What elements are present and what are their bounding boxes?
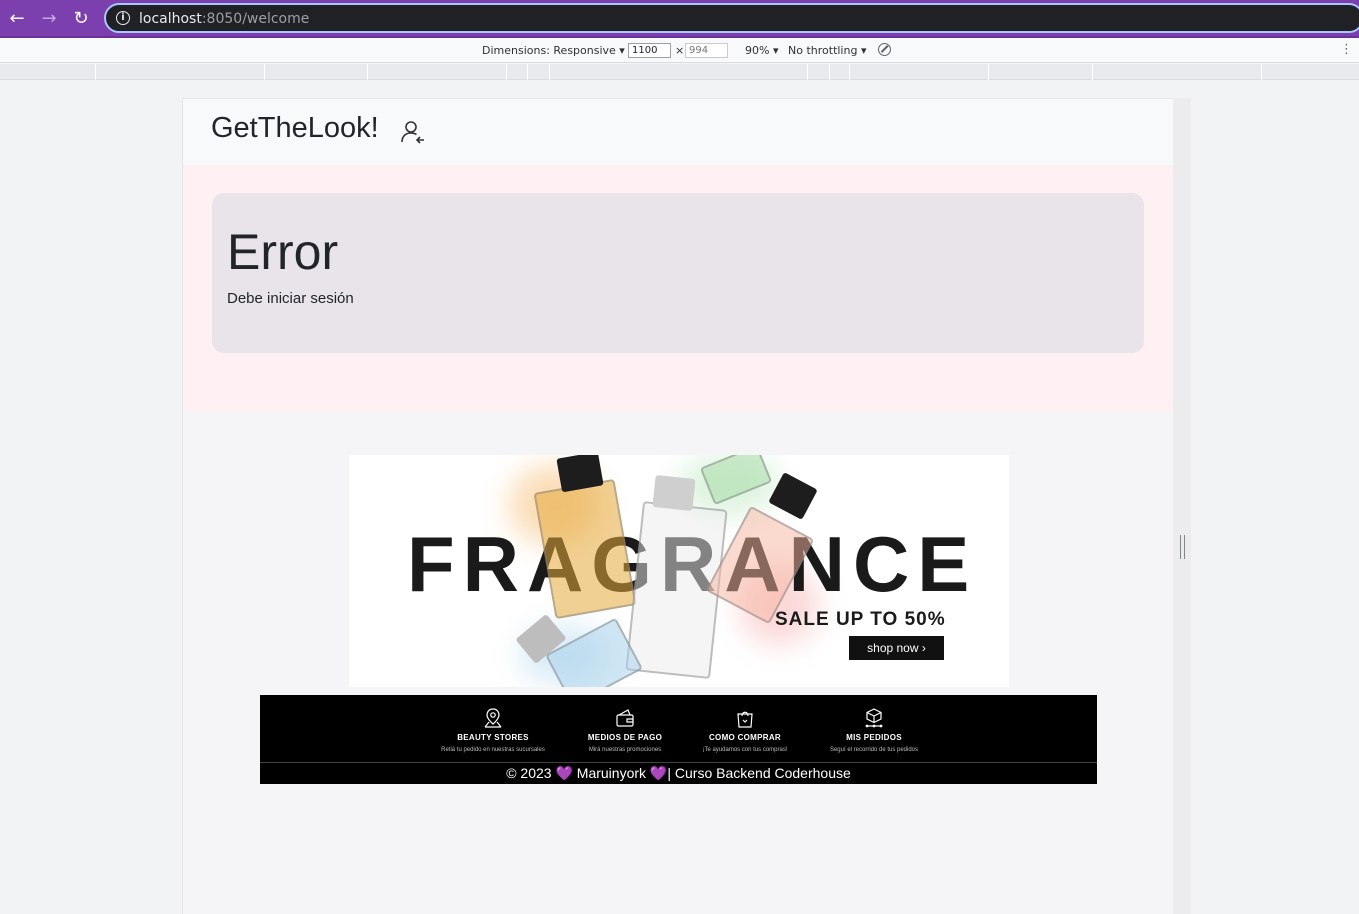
purple-heart-icon: 💜	[649, 766, 668, 782]
back-arrow-icon[interactable]: ←	[6, 8, 28, 30]
feature-subtitle: Retiá tu pedido en nuestras sucursales	[441, 747, 545, 753]
url-text[interactable]: localhost:8050/welcome	[139, 11, 309, 27]
forward-arrow-icon[interactable]: →	[38, 8, 60, 30]
wallet-icon	[616, 709, 634, 727]
feature-title: BEAUTY STORES	[457, 733, 529, 742]
viewport-width-input[interactable]	[628, 43, 671, 58]
footer-feature-mis-pedidos[interactable]: MIS PEDIDOS Seguí el recorrido de tus pe…	[799, 707, 949, 753]
reload-icon[interactable]: ↻	[70, 8, 92, 30]
resize-handle[interactable]	[1180, 535, 1185, 559]
url-host: localhost	[139, 11, 202, 27]
viewport-height-input[interactable]	[685, 43, 728, 58]
zoom-dropdown[interactable]: 90% ▾	[745, 44, 778, 57]
address-bar[interactable]: i localhost:8050/welcome	[104, 3, 1359, 33]
clear-bottle-cap	[652, 474, 696, 512]
copyright-year: © 2023	[506, 765, 552, 781]
fragrance-banner[interactable]: FRAGRANCE SALE UP TO 50% shop now ›	[349, 455, 1009, 687]
site-info-icon[interactable]: i	[116, 11, 130, 25]
feature-subtitle: Seguí el recorrido de tus pedidos	[829, 747, 919, 753]
sale-text: SALE UP TO 50%	[775, 609, 946, 630]
brand-title[interactable]: GetTheLook!	[211, 112, 379, 145]
dimensions-dropdown[interactable]: Dimensions: Responsive ▾	[482, 44, 625, 57]
rotate-icon[interactable]	[878, 43, 891, 56]
copyright-author: Maruinyork	[576, 765, 647, 781]
feature-title: MIS PEDIDOS	[846, 733, 902, 742]
site-footer: BEAUTY STORES Retiá tu pedido en nuestra…	[260, 695, 1097, 784]
error-title: Error	[227, 224, 339, 280]
shop-now-button[interactable]: shop now ›	[849, 636, 944, 660]
url-path: :8050/welcome	[201, 11, 310, 27]
feature-title: COMO COMPRAR	[708, 733, 782, 742]
error-message: Debe iniciar sesión	[227, 290, 354, 307]
viewport-gutter	[1173, 98, 1191, 914]
more-options-icon[interactable]: ⋮	[1340, 42, 1353, 57]
times-sign: ×	[675, 44, 685, 57]
shopping-bag-icon	[737, 711, 753, 728]
error-card: Error Debe iniciar sesión	[212, 193, 1144, 353]
feature-subtitle: ¡Te ayudamos con tus compras!	[702, 747, 788, 753]
message-section: Error Debe iniciar sesión	[183, 165, 1173, 411]
package-tracking-icon	[865, 708, 883, 728]
throttling-dropdown[interactable]: No throttling ▾	[788, 44, 866, 57]
site-header: GetTheLook!	[183, 99, 1173, 165]
user-login-icon[interactable]	[399, 118, 427, 146]
page-viewport: GetTheLook! Error Debe iniciar sesión FR…	[182, 98, 1173, 914]
footer-feature-como-comprar[interactable]: COMO COMPRAR ¡Te ayudamos con tus compra…	[670, 707, 820, 753]
copyright-course: | Curso Backend Coderhouse	[667, 765, 851, 781]
media-query-ruler[interactable]	[0, 64, 1359, 80]
purple-heart-icon: 💜	[555, 766, 573, 782]
device-toolbar: Dimensions: Responsive ▾ × 90% ▾ No thro…	[0, 38, 1359, 63]
copyright-line: © 2023 💜 Maruinyork 💜| Curso Backend Cod…	[260, 762, 1097, 784]
map-pin-icon	[484, 708, 502, 728]
footer-feature-beauty-stores[interactable]: BEAUTY STORES Retiá tu pedido en nuestra…	[418, 707, 568, 753]
browser-toolbar: ← → ↻ i localhost:8050/welcome	[0, 0, 1359, 38]
